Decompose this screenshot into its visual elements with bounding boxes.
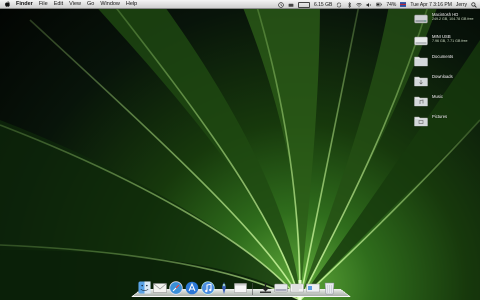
volume-icon[interactable]	[366, 2, 372, 8]
mail-icon[interactable]	[153, 280, 167, 295]
status-area: 6.15 GB 74% Tue Apr 7 3:16 PM Jerry	[278, 0, 477, 9]
time-machine-icon[interactable]	[278, 1, 284, 8]
wifi-icon[interactable]	[356, 2, 363, 8]
menu-file[interactable]: File	[39, 0, 48, 9]
dock	[131, 279, 351, 297]
script-icon[interactable]	[217, 280, 231, 295]
apple-menu-icon[interactable]	[4, 1, 10, 7]
disk-usage-bar	[297, 1, 310, 8]
desktop-icon-pictures[interactable]: Pictures	[414, 114, 480, 128]
desktop-icon-detail: 7.96 GB, 7.71 GB free	[432, 39, 468, 43]
disk-status-icon[interactable]	[288, 2, 294, 8]
usb-drive-icon	[414, 34, 428, 48]
desktop-icon-label: Music	[432, 94, 443, 99]
desktop-icon-label: Pictures	[432, 114, 448, 119]
desktop-icon-macintosh-hd[interactable]: Macintosh HD 249.2 GB, 104.78 GB free	[414, 12, 480, 26]
trash-icon[interactable]	[322, 280, 336, 295]
menu-app-name[interactable]: Finder	[16, 0, 33, 9]
documents-stack-icon[interactable]	[290, 280, 304, 295]
folder-icon	[414, 74, 428, 88]
desktop-icon-music[interactable]: Music	[414, 94, 480, 108]
desktop-icon-detail: 249.2 GB, 104.78 GB free	[432, 17, 474, 21]
wallpaper	[0, 0, 480, 300]
flag-icon[interactable]	[400, 2, 407, 8]
desktop-icon-mini-usb[interactable]: MINI USB 7.96 GB, 7.71 GB free	[414, 34, 480, 48]
menu-edit[interactable]: Edit	[54, 0, 63, 9]
desktop-icon-label: Downloads	[432, 74, 453, 79]
desktop-icon-downloads[interactable]: Downloads	[414, 74, 480, 88]
clock-text[interactable]: Tue Apr 7 3:16 PM	[410, 2, 452, 8]
sync-icon[interactable]	[336, 2, 342, 8]
desktop-icon-label: Documents	[432, 54, 454, 59]
battery-percent-text: 74%	[386, 1, 397, 8]
folder-icon	[414, 94, 428, 108]
desktop-icon-documents[interactable]: Documents	[414, 54, 480, 68]
menu-bar: Finder File Edit View Go Window Help 6.1…	[0, 0, 480, 9]
drive-stack-icon[interactable]	[274, 280, 288, 295]
safari-icon[interactable]	[169, 280, 183, 295]
disk-free-text: 6.15 GB	[313, 1, 333, 8]
finder-window-icon[interactable]	[233, 280, 247, 295]
finder-icon[interactable]	[137, 280, 151, 295]
menu-view[interactable]: View	[69, 0, 81, 9]
itunes-icon[interactable]	[201, 280, 215, 295]
battery-icon[interactable]	[376, 2, 383, 8]
user-name-text[interactable]: Jerry	[456, 2, 467, 8]
menu-go[interactable]: Go	[87, 0, 94, 9]
folder-icon	[414, 54, 428, 68]
menu-help[interactable]: Help	[126, 0, 137, 9]
downloads-stack-icon[interactable]	[258, 280, 272, 295]
folder-icon	[414, 114, 428, 128]
dock-separator	[252, 283, 253, 295]
applications-stack-icon[interactable]	[306, 280, 320, 295]
bluetooth-icon[interactable]	[346, 1, 352, 8]
app-store-icon[interactable]	[185, 280, 199, 295]
hard-drive-icon	[414, 12, 428, 26]
desktop[interactable]: Finder File Edit View Go Window Help 6.1…	[0, 0, 480, 300]
spotlight-search-icon[interactable]	[471, 1, 477, 8]
menu-window[interactable]: Window	[100, 0, 120, 9]
